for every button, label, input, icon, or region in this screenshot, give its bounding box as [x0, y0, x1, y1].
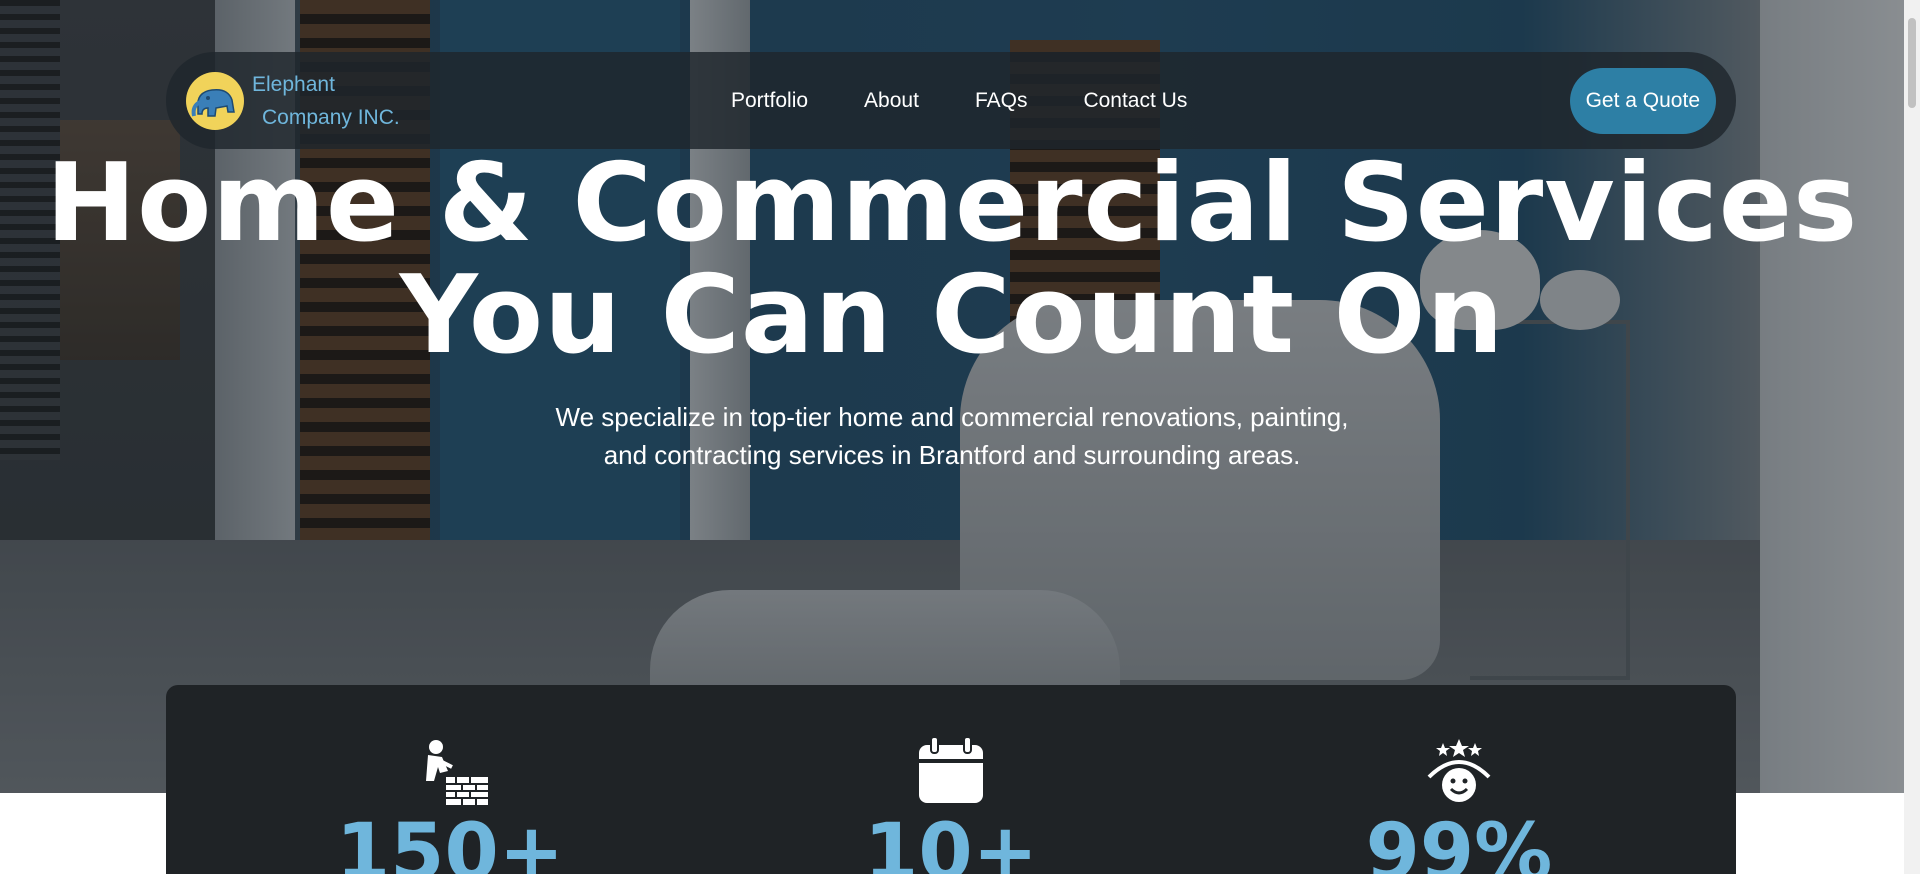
- stat-value: 99%: [1365, 808, 1553, 874]
- nav-about[interactable]: About: [864, 89, 919, 113]
- navbar: Elephant Company INC. Portfolio About FA…: [166, 52, 1736, 149]
- hero-headline: Home & Commercial Services You Can Count…: [0, 148, 1904, 372]
- brand-line2: Company INC.: [262, 105, 400, 129]
- get-a-quote-button[interactable]: Get a Quote: [1569, 67, 1716, 134]
- brand-line1: Elephant: [252, 72, 335, 96]
- stats-panel: 150+ 10+ 99%: [166, 685, 1736, 874]
- stat-satisfaction: 99%: [1309, 737, 1609, 874]
- page-scrollbar[interactable]: [1904, 0, 1920, 874]
- subtext-line2: and contracting services in Brantford an…: [603, 440, 1301, 470]
- scrollbar-thumb[interactable]: [1908, 18, 1916, 108]
- brand-logo[interactable]: Elephant Company INC.: [186, 68, 586, 134]
- brand-name: Elephant Company INC.: [252, 68, 400, 134]
- nav-contact-us[interactable]: Contact Us: [1083, 89, 1187, 113]
- headline-line2: You Can Count On: [399, 253, 1505, 378]
- hero-subtext: We specialize in top-tier home and comme…: [0, 398, 1904, 474]
- nav-portfolio[interactable]: Portfolio: [731, 89, 808, 113]
- nav-faqs[interactable]: FAQs: [975, 89, 1028, 113]
- subtext-line1: We specialize in top-tier home and comme…: [555, 402, 1349, 432]
- nav-links: Portfolio About FAQs Contact Us: [731, 89, 1187, 113]
- headline-line1: Home & Commercial Services: [45, 141, 1859, 266]
- stat-value: 150+: [335, 808, 565, 874]
- calendar-icon: [919, 737, 983, 803]
- worker-bricks-icon: [426, 740, 488, 805]
- stat-years: 10+: [801, 737, 1101, 874]
- stat-value: 10+: [864, 808, 1038, 874]
- stat-projects: 150+: [300, 737, 600, 874]
- happy-face-stars-icon: [1427, 739, 1491, 802]
- elephant-logo-icon: [186, 71, 244, 130]
